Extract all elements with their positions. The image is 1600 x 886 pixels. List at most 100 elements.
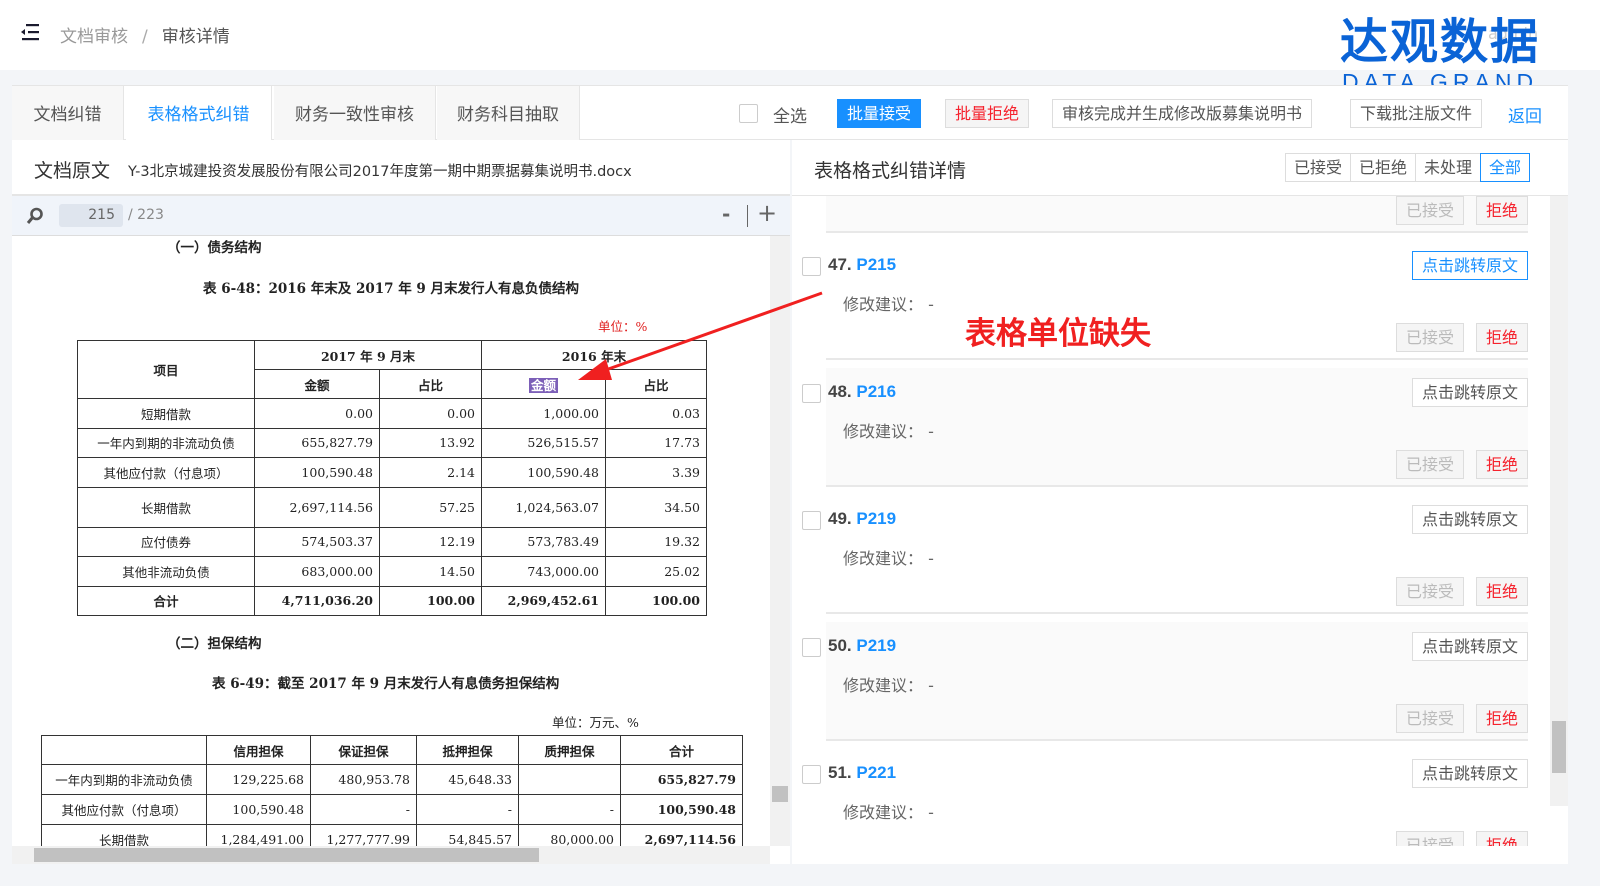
list-item: 51. P221 修改建议： - 点击跳转原文 已接受 拒绝 — [802, 741, 1528, 846]
search-icon[interactable] — [26, 207, 44, 225]
reject-button[interactable]: 拒绝 — [1475, 704, 1528, 733]
item-checkbox[interactable] — [802, 257, 821, 276]
filter-2[interactable]: 未处理 — [1415, 153, 1482, 182]
item-page-link[interactable]: P219 — [856, 636, 896, 655]
item-checkbox[interactable] — [802, 638, 821, 657]
scroll-thumb[interactable] — [772, 786, 788, 802]
item-page-link[interactable]: P219 — [856, 509, 896, 528]
filter-3[interactable]: 全部 — [1480, 153, 1531, 182]
item-number: 47. — [828, 255, 852, 274]
breadcrumb-doc-review[interactable]: 文档审核 — [60, 27, 128, 47]
header-item: 项目 — [77, 340, 255, 399]
details-vertical-scrollbar[interactable] — [1550, 196, 1568, 806]
row-label: 短期借款 — [77, 398, 255, 429]
item-number: 51. — [828, 763, 852, 782]
table-cell: 100.00 — [605, 585, 707, 616]
tab-finance-extract[interactable]: 财务科目抽取 — [437, 86, 580, 140]
details-title: 表格格式纠错详情 — [814, 160, 967, 182]
table-cell: 1,277,777.99 — [310, 824, 417, 846]
item-title: 50. P219 — [828, 636, 896, 656]
tab-table-format[interactable]: 表格格式纠错 — [126, 86, 272, 140]
item-suggestion: 修改建议： - — [843, 676, 934, 695]
table-cell: 1,284,491.00 — [206, 824, 311, 846]
table-cell: 0.00 — [254, 398, 380, 429]
document-horizontal-scrollbar[interactable] — [12, 846, 770, 864]
jump-to-source-button[interactable]: 点击跳转原文 — [1411, 378, 1528, 407]
status-filter: 已接受 已拒绝 未处理 全部 — [1285, 153, 1531, 182]
back-link[interactable]: 返回 — [1508, 102, 1542, 127]
zoom-in-button[interactable]: + — [757, 199, 777, 227]
header-ratio: 占比 — [605, 369, 707, 399]
table-cell: 54,845.57 — [416, 824, 519, 846]
zoom-out-button[interactable]: - — [722, 202, 730, 226]
table-cell: 743,000.00 — [481, 556, 606, 587]
scroll-thumb[interactable] — [34, 848, 539, 862]
table-cell: 683,000.00 — [254, 556, 380, 587]
item-number: 48. — [828, 382, 852, 401]
row-label: 长期借款 — [41, 824, 207, 846]
column-header: 抵押担保 — [416, 735, 519, 765]
jump-to-source-button[interactable]: 点击跳转原文 — [1411, 632, 1528, 661]
scroll-thumb[interactable] — [1552, 721, 1566, 773]
table-cell: 100.00 — [379, 585, 482, 616]
page-total: / 223 — [128, 207, 164, 223]
reject-button[interactable]: 拒绝 — [1475, 196, 1528, 225]
column-header: 质押担保 — [518, 735, 621, 765]
page-number-input[interactable]: 215 — [59, 204, 123, 227]
list-item: 50. P219 修改建议： - 点击跳转原文 已接受 拒绝 — [802, 614, 1528, 741]
accepted-button[interactable]: 已接受 — [1395, 323, 1464, 352]
table-cell: 3.39 — [605, 457, 707, 488]
table-cell: 2,969,452.61 — [481, 585, 606, 616]
accepted-button[interactable]: 已接受 — [1395, 704, 1464, 733]
item-page-link[interactable]: P221 — [856, 763, 896, 782]
batch-accept-button[interactable]: 批量接受 — [837, 99, 922, 128]
jump-to-source-button[interactable]: 点击跳转原文 — [1411, 759, 1528, 788]
table-cell: 57.25 — [379, 486, 482, 528]
tab-doc-correction[interactable]: 文档纠错 — [12, 86, 124, 140]
accepted-button[interactable]: 已接受 — [1395, 450, 1464, 479]
table-row: 长期借款 1,284,491.00 1,277,777.99 54,845.57 80,… — [41, 824, 743, 846]
table-cell: 80,000.00 — [518, 824, 621, 846]
jump-to-source-button[interactable]: 点击跳转原文 — [1411, 251, 1528, 280]
item-page-link[interactable]: P216 — [856, 382, 896, 401]
column-header: 信用担保 — [206, 735, 311, 765]
row-label: 其他应付款（付息项） — [41, 794, 207, 825]
reject-button[interactable]: 拒绝 — [1475, 450, 1528, 479]
table-unit: 单位：% — [598, 319, 648, 334]
table-cell: 655,827.79 — [620, 764, 743, 795]
reject-button[interactable]: 拒绝 — [1475, 831, 1528, 846]
table-cell: 17.73 — [605, 427, 707, 458]
table-row: 短期借款 0.00 0.00 1,000.00 0.03 — [77, 398, 707, 429]
select-all-checkbox[interactable] — [739, 104, 758, 123]
download-annotated-button[interactable]: 下载批注版文件 — [1350, 99, 1483, 128]
reject-button[interactable]: 拒绝 — [1475, 323, 1528, 352]
filter-0[interactable]: 已接受 — [1285, 153, 1352, 182]
jump-to-source-button[interactable]: 点击跳转原文 — [1411, 505, 1528, 534]
finish-generate-button[interactable]: 审核完成并生成修改版募集说明书 — [1052, 99, 1313, 128]
item-checkbox[interactable] — [802, 384, 821, 403]
document-header: 文档原文 Y-3北京城建投资发展股份有限公司2017年度第一期中期票据募集说明书… — [12, 140, 790, 196]
menu-fold-icon[interactable] — [20, 22, 40, 42]
table-cell: 655,827.79 — [254, 427, 380, 458]
accepted-button[interactable]: 已接受 — [1395, 577, 1464, 606]
accepted-button[interactable]: 已接受 — [1395, 831, 1464, 846]
document-vertical-scrollbar[interactable] — [770, 236, 790, 846]
tab-bar: 文档纠错 表格格式纠错 财务一致性审核 财务科目抽取 全选 批量接受 批量拒绝 … — [12, 85, 1568, 140]
batch-reject-button[interactable]: 批量拒绝 — [945, 99, 1030, 128]
column-header: 合计 — [620, 735, 743, 765]
list-item: 48. P216 修改建议： - 点击跳转原文 已接受 拒绝 — [802, 360, 1528, 487]
accepted-button[interactable]: 已接受 — [1395, 196, 1464, 225]
table-title: 表 6-49：截至 2017 年 9 月末发行人有息债务担保结构 — [212, 676, 560, 692]
toolbar-divider — [747, 205, 748, 227]
item-page-link[interactable]: P215 — [856, 255, 896, 274]
item-checkbox[interactable] — [802, 765, 821, 784]
filter-1[interactable]: 已拒绝 — [1350, 153, 1417, 182]
table-cell: 14.50 — [379, 556, 482, 587]
table-cell: 12.19 — [379, 526, 482, 557]
tab-finance-consistency[interactable]: 财务一致性审核 — [274, 86, 436, 140]
reject-button[interactable]: 拒绝 — [1475, 577, 1528, 606]
table-cell: - — [518, 794, 621, 825]
item-checkbox[interactable] — [802, 511, 821, 530]
debt-structure-table: 项目 2017 年 9 月末 2016 年末 金额 占比 金额 占比 短期借款 0.00 0.… — [77, 340, 707, 616]
section-heading: （一）债务结构 — [167, 240, 262, 256]
